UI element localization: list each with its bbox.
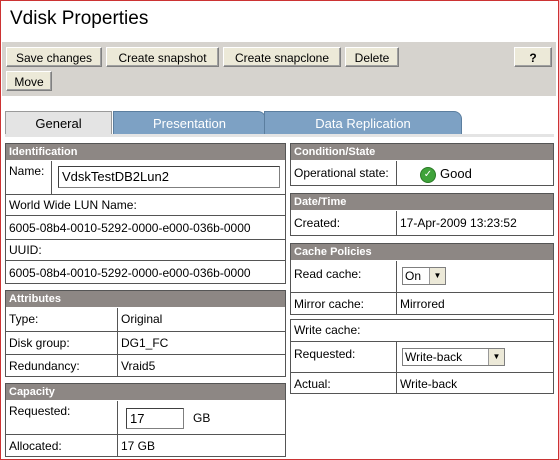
wwln-value: 6005-08b4-0010-5292-0000-e000-036b-0000 xyxy=(9,221,251,235)
operational-state-value-cell: ✓ Good xyxy=(417,161,472,186)
read-cache-label: Read cache: xyxy=(294,267,362,281)
allocated-value: 17 GB xyxy=(121,439,156,453)
condition-header: Condition/State xyxy=(291,144,553,160)
move-button[interactable]: Move xyxy=(6,71,52,91)
uuid-label-row: UUID: xyxy=(6,239,285,260)
mirror-cache-row: Mirror cache: Mirrored xyxy=(291,292,553,315)
created-value: 17-Apr-2009 13:23:52 xyxy=(400,216,517,230)
attributes-panel: Attributes Type: Original Disk group: DG… xyxy=(5,290,286,377)
mirror-cache-label: Mirror cache: xyxy=(294,297,365,311)
disk-group-value: DG1_FC xyxy=(121,336,169,350)
requested-capacity-input[interactable]: 17 xyxy=(126,408,184,429)
read-cache-value: On xyxy=(405,269,422,283)
tab-underline xyxy=(5,134,554,137)
requested-capacity-row: Requested: 17 GB xyxy=(6,401,285,434)
disk-group-label: Disk group: xyxy=(9,336,70,350)
write-requested-row: Requested: Write-back ▼ xyxy=(291,341,553,372)
toolbar: Save changes Create snapshot Create snap… xyxy=(2,42,556,96)
delete-button[interactable]: Delete xyxy=(345,47,399,67)
operational-state-value: Good xyxy=(440,166,472,181)
identification-panel: Identification Name: VdskTestDB2Lun2 Wor… xyxy=(5,143,286,284)
cache-policies-panel: Cache Policies Read cache: On ▼ Mirror c… xyxy=(290,243,554,315)
attribute-row: Redundancy: Vraid5 xyxy=(6,354,285,377)
wwln-value-row: 6005-08b4-0010-5292-0000-e000-036b-0000 xyxy=(6,215,285,239)
chevron-down-icon: ▼ xyxy=(429,268,445,284)
created-row: Created: 17-Apr-2009 13:23:52 xyxy=(291,211,553,236)
save-changes-button[interactable]: Save changes xyxy=(6,47,102,67)
uuid-value-row: 6005-08b4-0010-5292-0000-e000-036b-0000 xyxy=(6,260,285,284)
read-cache-select[interactable]: On ▼ xyxy=(402,267,446,285)
capacity-header: Capacity xyxy=(6,384,285,400)
operational-state-label: Operational state: xyxy=(294,166,389,180)
mirror-cache-value: Mirrored xyxy=(400,297,445,311)
create-snapshot-button[interactable]: Create snapshot xyxy=(106,47,219,67)
name-row: Name: VdskTestDB2Lun2 xyxy=(6,161,285,194)
allocated-label: Allocated: xyxy=(9,439,62,453)
redundancy-value: Vraid5 xyxy=(121,359,156,373)
write-actual-value: Write-back xyxy=(400,377,458,391)
attributes-header: Attributes xyxy=(6,291,285,307)
requested-unit: GB xyxy=(193,411,211,425)
cache-policies-header: Cache Policies xyxy=(291,244,553,260)
write-cache-requested-value: Write-back xyxy=(405,350,463,364)
write-actual-label: Actual: xyxy=(294,377,331,391)
name-label: Name: xyxy=(9,164,45,178)
write-cache-panel: Write cache: Requested: Write-back ▼ Act… xyxy=(290,319,554,394)
uuid-label: UUID: xyxy=(9,243,42,257)
operational-state-row: Operational state: ✓ Good xyxy=(291,161,553,186)
attribute-row: Type: Original xyxy=(6,308,285,331)
name-input[interactable]: VdskTestDB2Lun2 xyxy=(58,166,280,188)
identification-header: Identification xyxy=(6,144,285,160)
chevron-down-icon: ▼ xyxy=(488,349,504,365)
redundancy-label: Redundancy: xyxy=(9,359,80,373)
create-snapclone-button[interactable]: Create snapclone xyxy=(223,47,341,67)
write-requested-label: Requested: xyxy=(294,347,356,361)
condition-panel: Condition/State Operational state: ✓ Good xyxy=(290,143,554,186)
read-cache-row: Read cache: On ▼ xyxy=(291,261,553,292)
wwln-label-row: World Wide LUN Name: xyxy=(6,194,285,215)
attribute-row: Disk group: DG1_FC xyxy=(6,331,285,354)
write-cache-select[interactable]: Write-back ▼ xyxy=(402,348,505,366)
requested-label: Requested: xyxy=(9,404,71,418)
help-button[interactable]: ? xyxy=(514,47,552,67)
write-cache-label-row: Write cache: xyxy=(291,320,553,341)
write-cache-label: Write cache: xyxy=(294,323,361,337)
datetime-header: Date/Time xyxy=(291,194,553,210)
write-actual-row: Actual: Write-back xyxy=(291,372,553,394)
check-circle-icon: ✓ xyxy=(420,166,436,183)
tab-general[interactable]: General xyxy=(5,111,112,135)
type-value: Original xyxy=(121,312,163,326)
tab-presentation[interactable]: Presentation xyxy=(113,111,266,135)
type-label: Type: xyxy=(9,312,39,326)
page-title: Vdisk Properties xyxy=(10,8,149,29)
capacity-panel: Capacity Requested: 17 GB Allocated: 17 … xyxy=(5,383,286,457)
wwln-label: World Wide LUN Name: xyxy=(9,198,137,212)
tab-data-replication[interactable]: Data Replication xyxy=(264,111,462,135)
created-label: Created: xyxy=(294,216,341,230)
datetime-panel: Date/Time Created: 17-Apr-2009 13:23:52 xyxy=(290,193,554,236)
uuid-value: 6005-08b4-0010-5292-0000-e000-036b-0000 xyxy=(9,266,251,280)
allocated-row: Allocated: 17 GB xyxy=(6,434,285,457)
